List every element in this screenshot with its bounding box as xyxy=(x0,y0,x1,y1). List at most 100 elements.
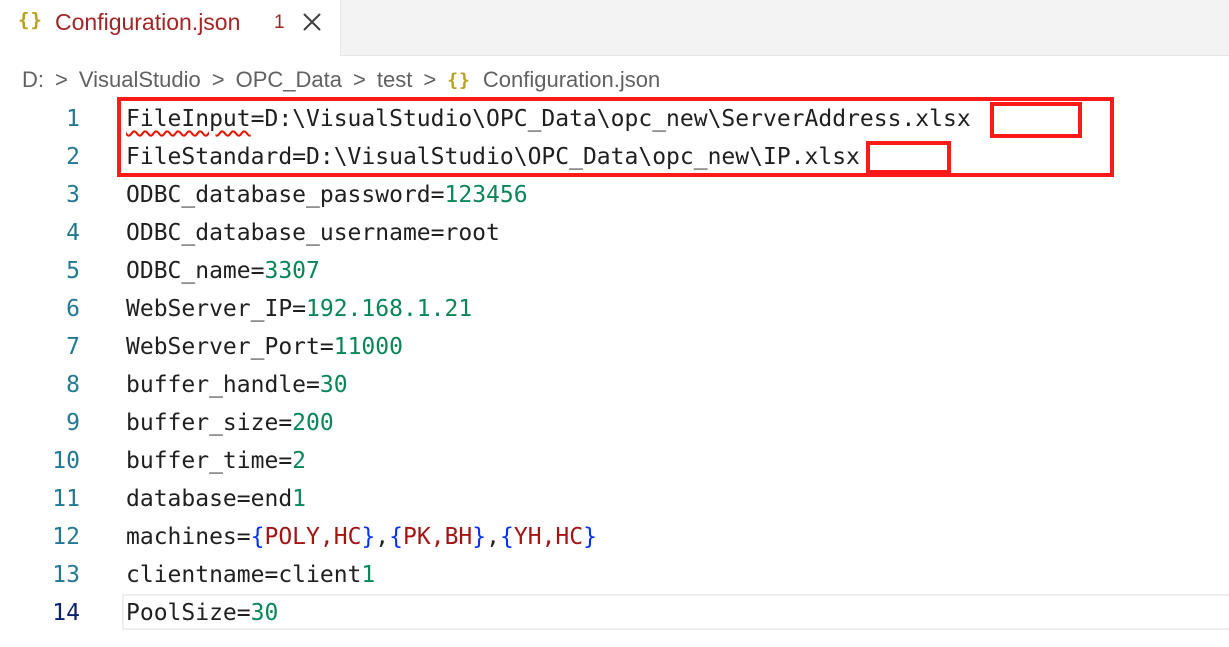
config-key: machines= xyxy=(126,524,251,550)
line-number: 13 xyxy=(52,562,80,588)
code-line[interactable]: 10 buffer_time=2 xyxy=(0,442,1229,480)
config-key: FileStandard xyxy=(126,144,293,170)
json-file-icon: {} xyxy=(18,9,43,31)
code-line[interactable]: 8 buffer_handle=30 xyxy=(0,366,1229,404)
code-text: ODBC_database_username=root xyxy=(126,214,500,252)
line-number: 9 xyxy=(66,410,80,436)
config-value: 3307 xyxy=(264,258,320,284)
code-text: FileStandard=D:\VisualStudio\OPC_Data\op… xyxy=(126,138,860,176)
config-key: database=end xyxy=(126,486,293,512)
config-key: ODBC_database_password= xyxy=(126,182,445,208)
open-brace: { xyxy=(250,524,265,550)
code-text: buffer_handle=30 xyxy=(126,366,348,404)
line-number: 11 xyxy=(52,486,80,512)
line-number: 12 xyxy=(52,524,80,550)
line-number: 4 xyxy=(66,220,80,246)
config-value: 2 xyxy=(292,448,307,474)
code-line[interactable]: 7 WebServer_Port=11000 xyxy=(0,328,1229,366)
code-text: FileInput=D:\VisualStudio\OPC_Data\opc_n… xyxy=(126,100,971,138)
code-line[interactable]: 13 clientname=client1 xyxy=(0,556,1229,594)
chevron-right-icon: > xyxy=(55,67,68,92)
config-key: WebServer_Port= xyxy=(126,334,334,360)
code-line[interactable]: 2 FileStandard=D:\VisualStudio\OPC_Data\… xyxy=(0,138,1229,176)
machine-type: BH xyxy=(444,524,473,550)
code-line[interactable]: 6 WebServer_IP=192.168.1.21 xyxy=(0,290,1229,328)
machine-type: HC xyxy=(333,524,362,550)
code-text: WebServer_IP=192.168.1.21 xyxy=(126,290,472,328)
config-key: clientname=client xyxy=(126,562,362,588)
machine-separator: , xyxy=(319,524,334,550)
breadcrumb-item-drive[interactable]: D: xyxy=(22,67,44,93)
code-line[interactable]: 5 ODBC_name=3307 xyxy=(0,252,1229,290)
tab-configuration-json[interactable]: {} Configuration.json 1 xyxy=(0,0,341,56)
close-brace: } xyxy=(583,524,597,550)
close-brace: } xyxy=(472,524,487,550)
chevron-right-icon: > xyxy=(211,67,225,92)
code-text: clientname=client1 xyxy=(126,556,375,594)
config-key: ODBC_name= xyxy=(126,258,265,284)
config-value: =D:\VisualStudio\OPC_Data\opc_new\IP.xls… xyxy=(292,144,860,170)
code-editor[interactable]: 1 FileInput=D:\VisualStudio\OPC_Data\opc… xyxy=(0,97,1229,647)
code-text: ODBC_database_password=123456 xyxy=(126,176,528,214)
breadcrumb-item-test[interactable]: test xyxy=(377,67,412,93)
config-key: buffer_size= xyxy=(126,410,293,436)
machine-name: PK xyxy=(403,524,431,550)
code-text: WebServer_Port=11000 xyxy=(126,328,403,366)
config-value: 30 xyxy=(250,600,279,626)
machine-name: POLY xyxy=(264,524,320,550)
config-value: 1 xyxy=(292,486,307,512)
config-value: 1 xyxy=(361,562,376,588)
line-number: 7 xyxy=(66,334,80,360)
line-number: 8 xyxy=(66,372,80,398)
config-key: WebServer_IP= xyxy=(126,296,307,322)
close-icon[interactable] xyxy=(300,10,324,34)
chevron-right-icon: > xyxy=(353,67,366,92)
code-text: buffer_size=200 xyxy=(126,404,334,442)
open-brace: { xyxy=(500,524,514,550)
code-line[interactable]: 9 buffer_size=200 xyxy=(0,404,1229,442)
close-brace: } xyxy=(361,524,376,550)
code-line[interactable]: 4 ODBC_database_username=root xyxy=(0,214,1229,252)
code-text: machines={POLY,HC},{PK,BH},{YH,HC} xyxy=(126,518,597,556)
config-key: PoolSize= xyxy=(126,600,251,626)
breadcrumb: D: > VisualStudio > OPC_Data > test > {}… xyxy=(22,65,660,95)
line-number: 1 xyxy=(66,106,80,132)
list-separator: , xyxy=(375,524,390,550)
line-number: 3 xyxy=(66,182,80,208)
breadcrumb-item-file[interactable]: Configuration.json xyxy=(483,67,660,93)
config-value: 30 xyxy=(319,372,348,398)
breadcrumb-item-visualstudio[interactable]: VisualStudio xyxy=(79,67,201,93)
chevron-right-icon: > xyxy=(423,67,437,92)
code-line[interactable]: 12 machines={POLY,HC},{PK,BH},{YH,HC} xyxy=(0,518,1229,556)
tab-title: Configuration.json xyxy=(55,9,241,35)
line-number: 14 xyxy=(52,600,80,626)
config-key: FileInput xyxy=(126,106,251,132)
machine-separator: , xyxy=(430,524,445,550)
current-line-highlight xyxy=(122,594,1229,630)
code-line-current[interactable]: 14 PoolSize=30 xyxy=(0,594,1229,632)
config-value: 192.168.1.21 xyxy=(306,296,473,322)
line-number: 2 xyxy=(66,144,80,170)
code-line[interactable]: 3 ODBC_database_password=123456 xyxy=(0,176,1229,214)
config-value: =D:\VisualStudio\OPC_Data\opc_new\Server… xyxy=(250,106,971,132)
config-key: buffer_handle= xyxy=(126,372,320,398)
machine-separator: , xyxy=(541,524,556,550)
list-separator: , xyxy=(486,524,500,550)
machine-name: YH xyxy=(513,524,542,550)
line-number: 6 xyxy=(66,296,80,322)
config-value: 200 xyxy=(292,410,334,436)
open-brace: { xyxy=(389,524,404,550)
json-file-icon: {} xyxy=(447,69,471,91)
config-value: 11000 xyxy=(333,334,403,360)
config-value: 123456 xyxy=(444,182,528,208)
config-key: buffer_time= xyxy=(126,448,293,474)
problems-count-badge: 1 xyxy=(274,12,285,33)
config-key: ODBC_database_username=root xyxy=(126,220,500,246)
line-number: 10 xyxy=(52,448,80,474)
code-text: database=end1 xyxy=(126,480,306,518)
code-line[interactable]: 11 database=end1 xyxy=(0,480,1229,518)
line-number: 5 xyxy=(66,258,80,284)
code-line[interactable]: 1 FileInput=D:\VisualStudio\OPC_Data\opc… xyxy=(0,100,1229,138)
machine-type: HC xyxy=(555,524,584,550)
breadcrumb-item-opc-data[interactable]: OPC_Data xyxy=(236,67,342,93)
